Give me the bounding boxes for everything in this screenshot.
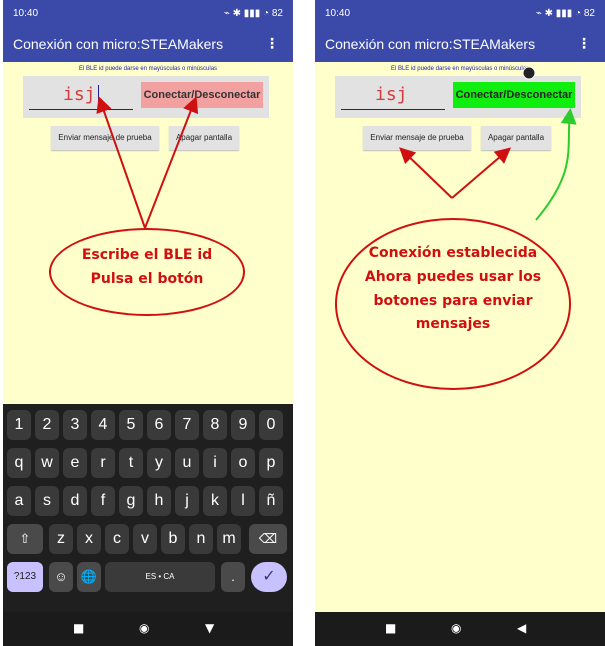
turn-off-screen-button[interactable]: Apagar pantalla <box>169 126 239 150</box>
backspace-key[interactable]: ⌫ <box>249 524 287 554</box>
period-key[interactable]: . <box>221 562 245 592</box>
key-m[interactable]: m <box>217 524 241 554</box>
key-n[interactable]: n <box>189 524 213 554</box>
connection-panel: isj Conectar/Desconectar <box>23 76 269 118</box>
soft-keyboard: 1 2 3 4 5 6 7 8 9 0 q w e r t y u i o p … <box>3 404 293 646</box>
app-bar: Conexión con micro:STEAMakers ⋮ <box>3 28 293 62</box>
key-z[interactable]: z <box>49 524 73 554</box>
key-x[interactable]: x <box>77 524 101 554</box>
key-j[interactable]: j <box>175 486 199 516</box>
shift-key[interactable]: ⇧ <box>7 524 43 554</box>
key-a[interactable]: a <box>7 486 31 516</box>
status-time: 10:40 <box>13 8 39 19</box>
key-c[interactable]: c <box>105 524 129 554</box>
status-bar: 10:40 ⌁ ✱ ▮▮▮ ◔ 82 <box>315 0 605 28</box>
key-8[interactable]: 8 <box>203 410 227 440</box>
connect-disconnect-button[interactable]: Conectar/Desconectar <box>453 82 575 108</box>
done-key[interactable]: ✓ <box>251 562 287 592</box>
turn-off-screen-button[interactable]: Apagar pantalla <box>481 126 551 150</box>
ble-id-input[interactable]: isj <box>341 82 445 110</box>
back-icon[interactable]: ◀ <box>517 621 526 635</box>
key-p[interactable]: p <box>259 448 283 478</box>
ble-hint-text: El BLE id puede darse en mayúsculas o mi… <box>78 66 218 72</box>
connection-panel: isj Conectar/Desconectar <box>335 76 581 118</box>
key-5[interactable]: 5 <box>119 410 143 440</box>
annotation-bubble: Conexión establecida Ahora puedes usar l… <box>335 218 571 390</box>
app-title: Conexión con micro:STEAMakers <box>325 36 536 52</box>
text-caret <box>97 85 99 105</box>
overflow-menu-icon[interactable]: ⋮ <box>577 36 591 52</box>
globe-icon[interactable]: 🌐 <box>77 562 101 592</box>
home-icon[interactable]: ◉ <box>451 621 461 635</box>
phone-screen-right: 10:40 ⌁ ✱ ▮▮▮ ◔ 82 Conexión con micro:ST… <box>315 0 605 646</box>
key-d[interactable]: d <box>63 486 87 516</box>
ble-id-value: isj <box>63 84 96 105</box>
app-content: El BLE id puede darse en mayúsculas o mi… <box>315 62 605 612</box>
connect-disconnect-button[interactable]: Conectar/Desconectar <box>141 82 263 108</box>
recents-icon[interactable]: ■ <box>73 621 84 635</box>
key-7[interactable]: 7 <box>175 410 199 440</box>
emoji-key[interactable]: ☺ <box>49 562 73 592</box>
key-w[interactable]: w <box>35 448 59 478</box>
key-u[interactable]: u <box>175 448 199 478</box>
ble-id-value: isj <box>375 84 408 105</box>
status-bar: 10:40 ⌁ ✱ ▮▮▮ ◔ 82 <box>3 0 293 28</box>
app-content: El BLE id puede darse en mayúsculas o mi… <box>3 62 293 404</box>
key-l[interactable]: l <box>231 486 255 516</box>
key-s[interactable]: s <box>35 486 59 516</box>
annotation-line: Ahora puedes usar los <box>364 268 542 285</box>
key-q[interactable]: q <box>7 448 31 478</box>
key-i[interactable]: i <box>203 448 227 478</box>
key-f[interactable]: f <box>91 486 115 516</box>
key-h[interactable]: h <box>147 486 171 516</box>
ble-id-input[interactable]: isj <box>29 82 133 110</box>
annotation-line: Escribe el BLE id <box>81 247 213 263</box>
hide-keyboard-icon[interactable]: ▼ <box>205 621 214 635</box>
annotation-line: botones para enviar <box>373 292 533 309</box>
key-0[interactable]: 0 <box>259 410 283 440</box>
key-y[interactable]: y <box>147 448 171 478</box>
key-b[interactable]: b <box>161 524 185 554</box>
app-bar: Conexión con micro:STEAMakers ⋮ <box>315 28 605 62</box>
home-icon[interactable]: ◉ <box>139 621 149 635</box>
annotation-bubble: Escribe el BLE id Pulsa el botón <box>49 228 245 316</box>
recents-icon[interactable]: ■ <box>385 621 396 635</box>
key-t[interactable]: t <box>119 448 143 478</box>
annotation-line: Conexión establecida <box>368 245 538 261</box>
send-test-message-button[interactable]: Enviar mensaje de prueba <box>363 126 471 150</box>
app-title: Conexión con micro:STEAMakers <box>13 36 224 52</box>
navigation-bar: ■ ◉ ◀ <box>315 612 605 646</box>
key-9[interactable]: 9 <box>231 410 255 440</box>
key-k[interactable]: k <box>203 486 227 516</box>
key-v[interactable]: v <box>133 524 157 554</box>
key-3[interactable]: 3 <box>63 410 87 440</box>
send-test-message-button[interactable]: Enviar mensaje de prueba <box>51 126 159 150</box>
key-o[interactable]: o <box>231 448 255 478</box>
ble-hint-text: El BLE id puede darse en mayúsculas o mi… <box>390 66 530 72</box>
status-time: 10:40 <box>325 8 351 19</box>
navigation-bar: ■ ◉ ▼ <box>3 612 293 646</box>
status-icons: ⌁ ✱ ▮▮▮ ◔ 82 <box>223 8 283 19</box>
key-2[interactable]: 2 <box>35 410 59 440</box>
annotation-line: Pulsa el botón <box>90 270 204 287</box>
overflow-menu-icon[interactable]: ⋮ <box>265 36 279 52</box>
status-icons: ⌁ ✱ ▮▮▮ ◔ 82 <box>535 8 595 19</box>
symbols-key[interactable]: ?123 <box>7 562 43 592</box>
space-key[interactable]: ES • CA <box>105 562 215 592</box>
key-6[interactable]: 6 <box>147 410 171 440</box>
annotation-line: mensajes <box>415 316 491 333</box>
phone-screen-left: 10:40 ⌁ ✱ ▮▮▮ ◔ 82 Conexión con micro:ST… <box>3 0 293 646</box>
key-e[interactable]: e <box>63 448 87 478</box>
key-g[interactable]: g <box>119 486 143 516</box>
key-4[interactable]: 4 <box>91 410 115 440</box>
key-1[interactable]: 1 <box>7 410 31 440</box>
key-n-tilde[interactable]: ñ <box>259 486 283 516</box>
key-r[interactable]: r <box>91 448 115 478</box>
